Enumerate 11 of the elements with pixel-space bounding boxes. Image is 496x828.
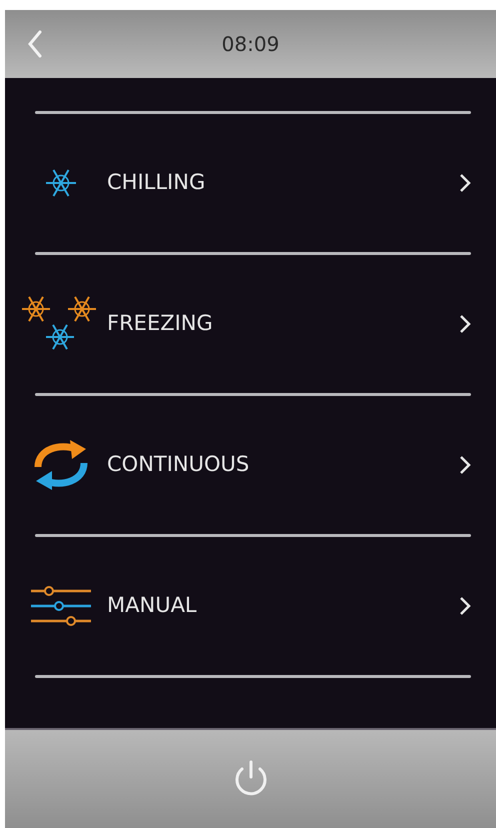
sliders-icon <box>29 583 93 629</box>
chevron-icon <box>459 173 471 193</box>
menu-item[interactable]: CONTINUOUS <box>19 396 471 534</box>
menu-item[interactable]: MANUAL <box>19 537 471 675</box>
chevron-icon <box>459 314 471 334</box>
menu-item[interactable]: FREEZING <box>19 255 471 393</box>
clock-time: 08:09 <box>222 31 280 58</box>
chevron-icon <box>459 455 471 475</box>
chevron-icon <box>459 596 471 616</box>
menu-item[interactable]: CHILLING <box>19 114 471 252</box>
back-button[interactable] <box>27 30 43 58</box>
